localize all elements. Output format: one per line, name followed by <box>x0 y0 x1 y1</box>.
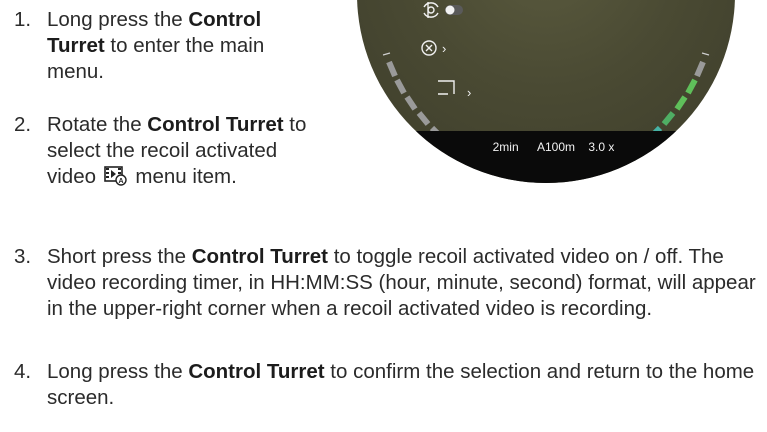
scope-status-text: 2min A100m 3.0 x <box>357 140 735 154</box>
step-4: 4. Long press the Control Turret to conf… <box>14 359 759 411</box>
frame-icon <box>438 80 455 95</box>
toggle-switch <box>445 5 463 15</box>
gyro-icon <box>423 2 439 18</box>
step-1: 1. Long press the Control Turret to ente… <box>14 7 324 85</box>
step-3: 3. Short press the Control Turret to tog… <box>14 244 759 322</box>
step-text: Short press the Control Turret to toggle… <box>47 245 756 320</box>
menu-chevron: › <box>467 85 471 100</box>
timer-readout: 2min <box>357 140 524 154</box>
step-number: 2. <box>14 113 32 136</box>
scope-view-illustration: › › 2min A100m 3.0 x <box>357 0 735 183</box>
step-text: Long press the Control Turret to enter t… <box>47 8 265 83</box>
step-text: Long press the Control Turret to confirm… <box>47 360 755 409</box>
step-number: 3. <box>14 245 32 268</box>
control-turret-term: Control Turret <box>188 360 325 383</box>
control-turret-term: Control Turret <box>191 245 328 268</box>
step-2: 2. Rotate the Control Turret to select t… <box>14 112 324 193</box>
control-turret-term: Control Turret <box>147 113 284 136</box>
step-text: Rotate the Control Turret to select the … <box>14 112 324 193</box>
recoil-video-icon: A <box>103 166 128 193</box>
zoom-readout: 3.0 x <box>588 140 615 154</box>
crosshair-icon <box>421 40 437 56</box>
scope-status-bar <box>357 131 735 183</box>
menu-chevron: › <box>442 41 446 56</box>
step-number: 1. <box>14 8 32 31</box>
svg-text:A: A <box>118 178 123 185</box>
left-gauge-arc <box>386 60 445 141</box>
distance-readout: A100m <box>536 140 576 154</box>
right-gauge-arc <box>647 60 706 141</box>
step-number: 4. <box>14 360 32 383</box>
